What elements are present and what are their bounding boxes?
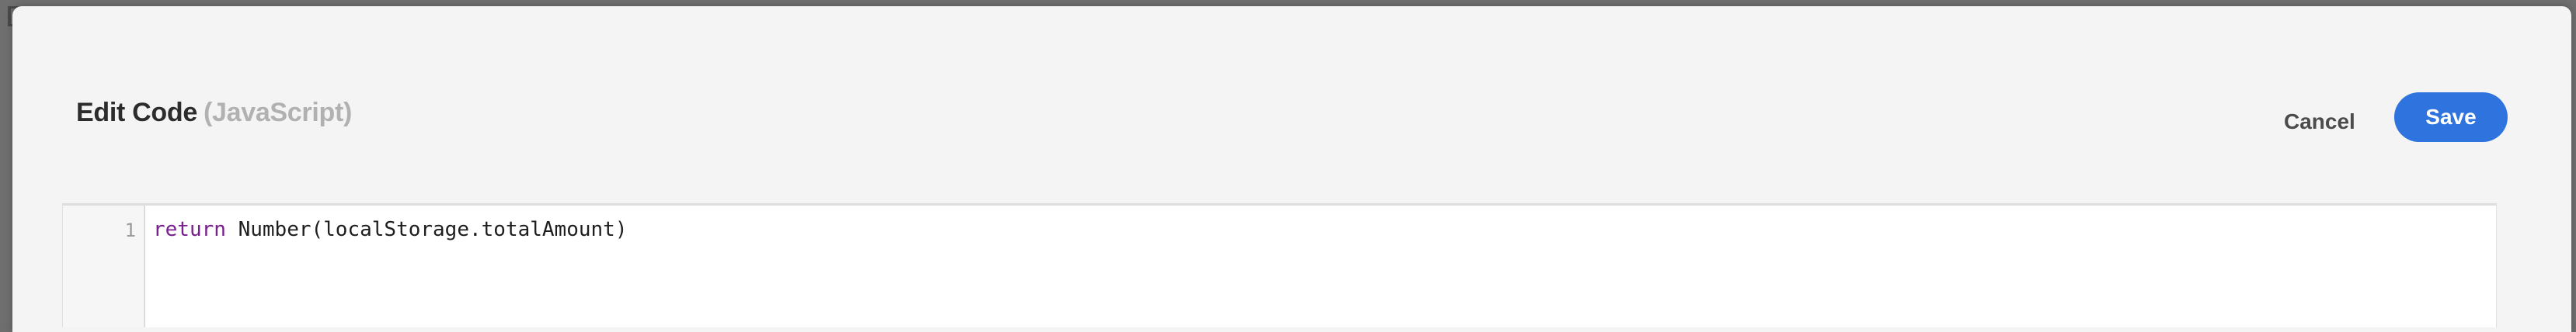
line-number-gutter: 1 [63,206,145,327]
code-keyword: return [153,218,226,241]
cancel-button[interactable]: Cancel [2270,102,2369,141]
code-text: Number(localStorage.totalAmount) [225,218,628,241]
code-line[interactable]: return Number(localStorage.totalAmount) [153,218,627,241]
dialog-language-label: (JavaScript) [203,98,353,127]
code-editor[interactable]: 1 return Number(localStorage.totalAmount… [62,203,2497,327]
save-button[interactable]: Save [2394,92,2508,142]
dialog-title-text: Edit Code [76,98,197,127]
dialog-title: Edit Code (JavaScript) [76,98,352,128]
line-number: 1 [124,220,136,241]
